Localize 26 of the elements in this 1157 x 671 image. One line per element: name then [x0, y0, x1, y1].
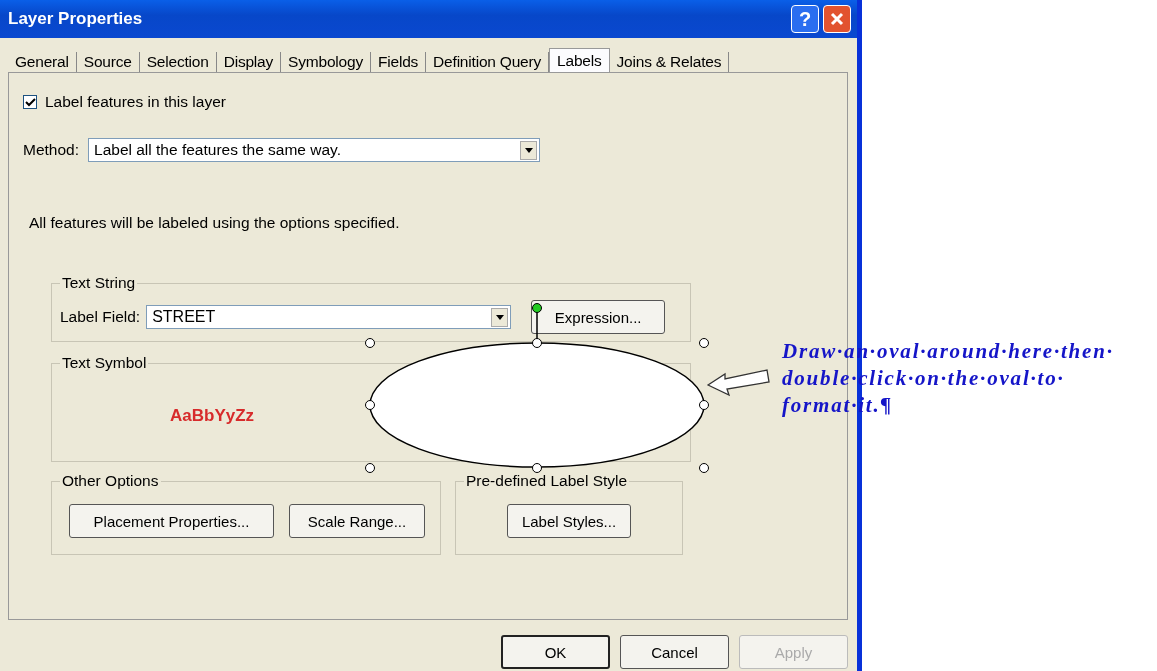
- group-title: Text String: [61, 274, 137, 292]
- dialog-button[interactable]: Cancel: [620, 635, 729, 669]
- help-button[interactable]: ?: [791, 5, 819, 33]
- group-title: Other Options: [61, 472, 160, 490]
- group-title: Pre-defined Label Style: [465, 472, 629, 490]
- label-field-label: Label Field:: [60, 308, 141, 326]
- close-button[interactable]: [823, 5, 851, 33]
- check-icon: [24, 96, 36, 108]
- arrow-shape: [706, 369, 770, 397]
- close-icon: [830, 12, 844, 26]
- info-text: All features will be labeled using the options specified.: [29, 214, 401, 232]
- tab[interactable]: Labels: [549, 48, 610, 72]
- checkbox-label: Label features in this layer: [45, 93, 226, 111]
- options-button[interactable]: Placement Properties...: [69, 504, 274, 538]
- label-field-dropdown[interactable]: STREET: [146, 305, 512, 329]
- group-title: Text Symbol: [61, 354, 148, 372]
- expression-button[interactable]: Expression...: [531, 300, 666, 334]
- oval-shape[interactable]: [365, 303, 709, 473]
- dialog-button[interactable]: OK: [501, 635, 610, 669]
- options-button[interactable]: Scale Range...: [289, 504, 425, 538]
- method-label: Method:: [23, 141, 79, 159]
- checkbox[interactable]: [23, 95, 37, 109]
- method-dropdown[interactable]: Label all the features the same way.: [88, 138, 540, 162]
- symbol-preview-text: AaBbYyZz: [170, 406, 255, 426]
- label-styles-button[interactable]: Label Styles...: [507, 504, 631, 538]
- window-title: Layer Properties: [8, 9, 143, 29]
